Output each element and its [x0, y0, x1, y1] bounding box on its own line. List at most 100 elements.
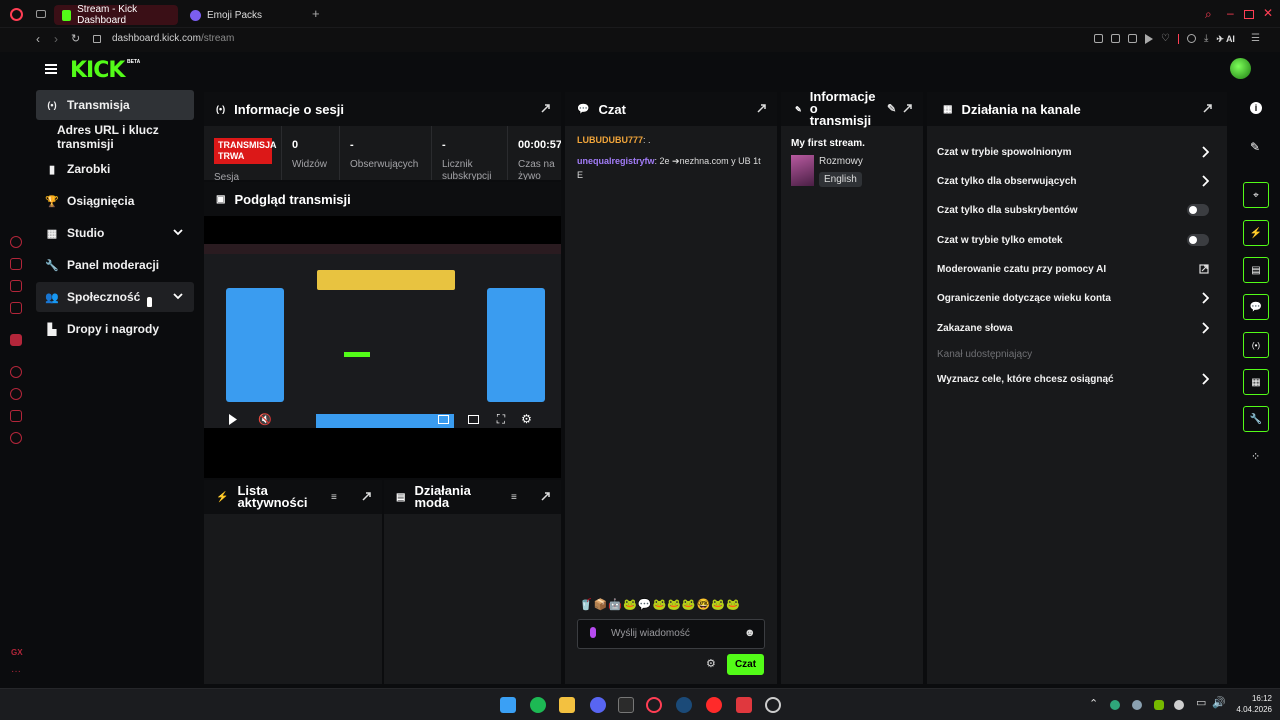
popout-icon[interactable] [540, 103, 551, 114]
channel-action-set-goals[interactable]: Wyznacz cele, które chcesz osiągnąć [937, 367, 1217, 391]
quick-action-broadcast-button[interactable]: (•) [1243, 332, 1269, 358]
play-icon[interactable] [1145, 34, 1153, 44]
category-thumbnail[interactable] [791, 155, 814, 186]
reload-icon[interactable]: ↻ [71, 32, 80, 45]
kick-logo[interactable]: KICK [70, 58, 125, 83]
folder-icon[interactable] [559, 697, 575, 713]
channel-action-ai-moderation[interactable]: Moderowanie czatu przy pomocy AI [937, 257, 1217, 281]
theater-icon[interactable] [467, 414, 479, 424]
more-icon[interactable]: ··· [11, 666, 21, 677]
history-icon[interactable] [10, 388, 22, 400]
settings-icon[interactable] [10, 432, 22, 444]
popout-icon[interactable] [902, 103, 913, 114]
messenger-icon[interactable] [10, 236, 22, 248]
recorder-icon[interactable] [736, 697, 752, 713]
nav-item-spolecznosc[interactable]: 👥 Społeczność [36, 282, 194, 312]
edit-layout-icon[interactable]: ✎ [1250, 140, 1260, 154]
filter-icon[interactable]: ≡ [331, 492, 337, 503]
avatar[interactable] [1230, 58, 1251, 79]
obs-icon[interactable] [765, 697, 781, 713]
emote[interactable]: 🐸 [623, 598, 637, 614]
nav-item-transmisja[interactable]: (•) Transmisja [36, 90, 194, 120]
nav-item-dropy[interactable]: ▙ Dropy i nagrody [36, 314, 194, 344]
channel-action-slow-mode[interactable]: Czat w trybie spowolnionym [937, 140, 1217, 164]
mail-icon[interactable] [10, 302, 22, 314]
fullscreen-icon[interactable]: ⛶ [497, 412, 505, 427]
menu-icon[interactable]: ☰ [1251, 34, 1260, 45]
mute-icon[interactable]: 🔇 [258, 413, 272, 426]
play-icon[interactable] [228, 413, 238, 425]
emote[interactable]: 🐸 [726, 598, 740, 614]
gear-icon[interactable]: ⚙ [521, 412, 532, 426]
gx-icon[interactable]: GX [11, 648, 23, 657]
forward-icon[interactable]: › [54, 32, 58, 46]
chat-input[interactable]: Wyślij wiadomość ☻ [577, 619, 765, 649]
maximize-icon[interactable] [1244, 10, 1254, 19]
opera-logo-icon[interactable] [10, 8, 23, 21]
channel-action-banned-words[interactable]: Zakazane słowa [937, 316, 1217, 340]
profile-icon[interactable] [1186, 34, 1196, 43]
edit-icon[interactable]: ✎ [887, 102, 896, 115]
network-icon[interactable]: ▭ [1196, 696, 1206, 709]
microphone-icon[interactable] [590, 627, 596, 638]
minimize-icon[interactable]: – [1227, 6, 1234, 20]
nvidia-icon[interactable] [1154, 700, 1164, 710]
emote[interactable]: 🐸 [711, 598, 725, 614]
heart-icon[interactable]: ♡ [1161, 34, 1170, 45]
emote[interactable]: 📦 [594, 598, 608, 614]
subs-only-toggle[interactable] [1187, 204, 1209, 216]
popout-icon[interactable] [361, 491, 372, 502]
popout-icon[interactable] [540, 491, 551, 502]
new-tab-icon[interactable]: + [312, 7, 320, 20]
emote[interactable]: 🐸 [667, 598, 681, 614]
nav-item-studio[interactable]: ▦ Studio [36, 218, 194, 248]
player-icon[interactable] [10, 366, 22, 378]
emote[interactable]: 🐸 [653, 598, 667, 614]
popout-icon[interactable] [756, 103, 767, 114]
twitch-icon[interactable] [10, 334, 22, 346]
category-name[interactable]: Rozmowy [819, 156, 863, 167]
quick-action-layout-button[interactable]: ▦ [1243, 369, 1269, 395]
quick-action-clip-button[interactable]: ⌖ [1243, 182, 1269, 208]
chat-send-button[interactable]: Czat [727, 654, 764, 675]
tab-manager-icon[interactable] [36, 10, 46, 18]
whatsapp-icon[interactable] [10, 280, 22, 292]
quick-action-chat-button[interactable]: 💬 [1243, 294, 1269, 320]
shopping-icon[interactable] [10, 258, 22, 270]
emote[interactable]: 🤖 [608, 598, 622, 614]
volume-icon[interactable]: 🔊 [1212, 696, 1226, 709]
quick-action-notes-button[interactable]: ▤ [1243, 257, 1269, 283]
tray-app-icon[interactable] [1174, 700, 1184, 710]
hamburger-menu-icon[interactable] [45, 64, 57, 74]
chat-settings-gear-icon[interactable]: ⚙ [706, 657, 716, 670]
emote[interactable]: 🐸 [682, 598, 696, 614]
search-icon[interactable]: ⌕ [1205, 7, 1212, 22]
filter-icon[interactable]: ≡ [511, 492, 517, 503]
discord-icon[interactable] [590, 697, 606, 713]
tab-stream-dashboard[interactable]: Stream - Kick Dashboard [54, 4, 178, 26]
close-icon[interactable]: ✕ [1263, 6, 1273, 20]
nav-item-osiagniecia[interactable]: 🏆 Osiągnięcia [36, 186, 194, 216]
info-icon[interactable]: i [1250, 102, 1262, 114]
nav-item-zarobki[interactable]: ▮ Zarobki [36, 154, 194, 184]
nav-item-stream-key[interactable]: Adres URL i klucz transmisji [36, 122, 194, 152]
ai-button[interactable]: ✈ AI [1216, 34, 1235, 45]
tab-emoji-packs[interactable]: Emoji Packs [182, 5, 302, 25]
chat-username[interactable]: unequalregistryfw [577, 156, 655, 166]
tray-chevron-icon[interactable]: ⌃ [1089, 697, 1098, 710]
emote[interactable]: 🤓 [697, 598, 711, 614]
channel-action-subs-only[interactable]: Czat tylko dla subskrybentów [937, 198, 1217, 222]
camera-icon[interactable] [1111, 34, 1120, 43]
more-actions-icon[interactable]: ⁘ [1251, 450, 1260, 463]
channel-action-emote-only[interactable]: Czat w trybie tylko emotek [937, 228, 1217, 252]
tray-app-icon[interactable] [1110, 700, 1120, 710]
tray-app-icon[interactable] [1132, 700, 1142, 710]
opera-gx-icon[interactable] [646, 697, 662, 713]
quick-action-mod-button[interactable]: 🔧 [1243, 406, 1269, 432]
block-icon[interactable] [1128, 34, 1137, 43]
chat-username[interactable]: LUBUDUBU777 [577, 135, 643, 145]
download-icon[interactable]: ⤓ [1204, 34, 1208, 45]
nav-item-panel-moderacji[interactable]: 🔧 Panel moderacji [36, 250, 194, 280]
clock[interactable]: 16:12 4.04.2026 [1232, 693, 1272, 715]
windows-start-icon[interactable] [500, 697, 516, 713]
